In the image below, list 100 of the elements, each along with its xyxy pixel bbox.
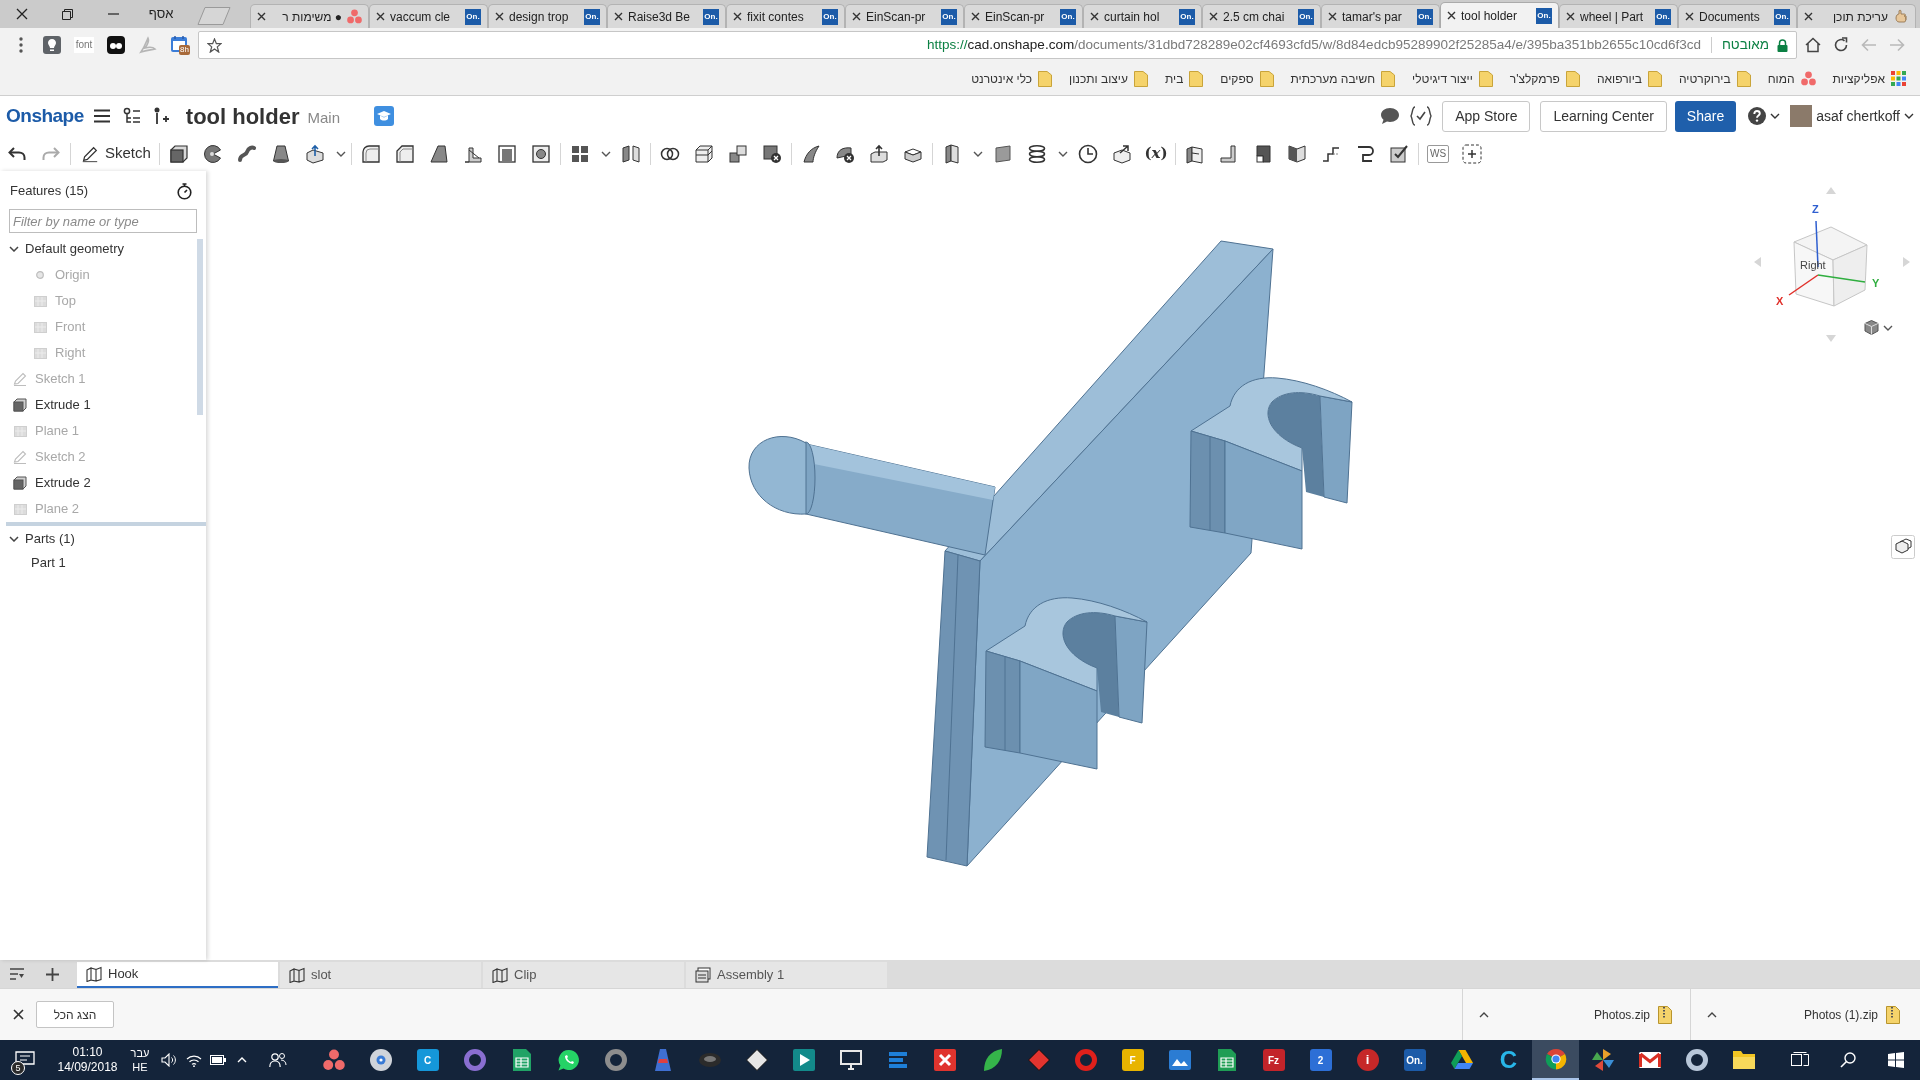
document-tab[interactable]: Hook xyxy=(77,962,278,988)
browser-tab[interactable]: curtain hol On. xyxy=(1083,4,1202,28)
help-icon[interactable] xyxy=(1748,107,1767,125)
close-icon[interactable] xyxy=(1328,12,1337,21)
coil-icon[interactable] xyxy=(1027,143,1047,164)
curved-blade-icon[interactable] xyxy=(801,143,821,164)
document-tab[interactable]: Assembly 1 xyxy=(686,962,887,988)
browser-tab[interactable]: ● משימות ר xyxy=(250,4,369,28)
dot-plus-icon[interactable] xyxy=(152,107,169,125)
close-icon[interactable] xyxy=(1685,12,1694,21)
people-icon[interactable] xyxy=(269,1052,287,1068)
workspace-button[interactable]: WS xyxy=(1426,144,1450,163)
profile-name[interactable]: אסף xyxy=(136,4,186,24)
cube-face-label[interactable]: Right xyxy=(1800,259,1826,272)
close-icon[interactable] xyxy=(257,12,266,21)
taskbar-app-button[interactable]: 2 xyxy=(1297,1040,1344,1080)
braces-check-icon[interactable] xyxy=(1410,106,1433,126)
bookmark-link[interactable]: פרמקלצ'ר xyxy=(1509,69,1580,88)
caret-up-icon[interactable] xyxy=(1707,1011,1717,1018)
box-with-x-icon[interactable] xyxy=(762,143,782,164)
scrollbar-thumb[interactable] xyxy=(197,239,203,415)
header-button[interactable]: App Store xyxy=(1442,100,1531,132)
filter-list-icon[interactable] xyxy=(9,967,25,981)
show-all-button[interactable]: הצג הכל xyxy=(36,1001,114,1028)
clock-icon[interactable] xyxy=(1078,143,1098,164)
bookmark-link[interactable]: בירוקרטיה xyxy=(1679,69,1751,88)
two-cubes-icon[interactable] xyxy=(728,143,748,164)
browser-tab[interactable]: עריכת תוכן xyxy=(1797,4,1916,28)
minimize-icon[interactable] xyxy=(107,13,119,15)
restore-icon[interactable] xyxy=(61,8,73,20)
dashed-plus-icon[interactable] xyxy=(1462,143,1482,164)
bookmark-link[interactable]: ייצור דיגיטלי xyxy=(1412,69,1493,88)
browser-tab[interactable]: Raise3d Be On. xyxy=(607,4,726,28)
close-icon[interactable] xyxy=(971,12,980,21)
caret-icon[interactable] xyxy=(1904,113,1914,119)
caret-up-icon[interactable] xyxy=(1479,1011,1489,1018)
close-icon[interactable] xyxy=(852,12,861,21)
taskbar-app-button[interactable]: Fz xyxy=(1250,1040,1297,1080)
feature-group-item[interactable]: Parts (1) xyxy=(0,526,206,552)
bookmark-link[interactable]: חשיבה מערכתית xyxy=(1290,69,1396,88)
browser-tab[interactable]: EinScan-pr On. xyxy=(845,4,964,28)
two-circles-icon[interactable] xyxy=(107,36,125,54)
browser-tab[interactable]: tamar's par On. xyxy=(1321,4,1440,28)
user-name[interactable]: asaf chertkoff xyxy=(1816,105,1900,127)
variables-button[interactable]: (x) xyxy=(1139,138,1173,169)
speech-bubble-icon[interactable] xyxy=(1380,107,1401,125)
clock-date[interactable]: 14/09/2018 xyxy=(57,1060,118,1075)
document-tab[interactable]: slot xyxy=(280,962,481,988)
close-icon[interactable] xyxy=(1209,12,1218,21)
search-icon[interactable] xyxy=(1840,1052,1856,1068)
home-icon[interactable] xyxy=(1805,37,1821,53)
part-item[interactable]: Part 1 xyxy=(0,552,206,574)
workspace-name[interactable]: Main xyxy=(307,107,340,130)
browser-tab[interactable]: Documents On. xyxy=(1678,4,1797,28)
open-box-icon[interactable] xyxy=(1185,143,1205,164)
close-icon[interactable] xyxy=(614,12,623,21)
battery-icon[interactable] xyxy=(210,1055,226,1065)
close-icon[interactable] xyxy=(495,12,504,21)
reload-icon[interactable] xyxy=(1833,37,1849,53)
bookmark-link[interactable]: בית xyxy=(1165,69,1204,88)
wifi-icon[interactable] xyxy=(186,1053,202,1067)
stacked-boxes-icon[interactable] xyxy=(1891,535,1915,559)
graduation-cap-icon[interactable] xyxy=(374,106,394,126)
menu-icon[interactable] xyxy=(19,37,23,53)
browser-tab[interactable]: wheel | Part On. xyxy=(1559,4,1678,28)
plus-icon[interactable] xyxy=(45,967,59,981)
menu-icon[interactable] xyxy=(93,109,110,123)
filter-field[interactable]: Filter by name or type xyxy=(9,209,197,233)
tray-with-arrow-icon[interactable] xyxy=(869,143,889,164)
calendar-icon[interactable] xyxy=(170,35,188,53)
box-with-arrow-icon[interactable] xyxy=(305,143,325,164)
clock-time[interactable]: 01:10 xyxy=(72,1045,103,1060)
view-cube-drawing[interactable] xyxy=(1788,220,1870,307)
tree-list-icon[interactable] xyxy=(122,107,141,125)
caret-icon[interactable] xyxy=(335,150,346,157)
hook-line-icon[interactable] xyxy=(1355,143,1375,164)
browser-tab[interactable]: fixit contes On. xyxy=(726,4,845,28)
l-bend-icon[interactable] xyxy=(1219,143,1239,164)
close-icon[interactable] xyxy=(1447,11,1456,20)
caret-icon[interactable] xyxy=(972,150,983,157)
taskbar-app-button[interactable]: On. xyxy=(1391,1040,1438,1080)
split-box-icon[interactable] xyxy=(694,143,714,164)
star-icon[interactable] xyxy=(207,37,222,53)
browser-tab[interactable]: vaccum cle On. xyxy=(369,4,488,28)
close-icon[interactable] xyxy=(1566,12,1575,21)
square-with-hole-icon[interactable] xyxy=(531,143,551,164)
task-view-icon[interactable] xyxy=(1791,1052,1809,1068)
font-extension-button[interactable]: font xyxy=(73,37,95,53)
feature-item[interactable]: Extrude 1 xyxy=(0,392,206,418)
open-book-icon[interactable] xyxy=(1287,143,1307,164)
caret-icon[interactable] xyxy=(1057,150,1068,157)
caret-icon[interactable] xyxy=(1770,113,1781,119)
browser-tab[interactable]: EinScan-pr On. xyxy=(964,4,1083,28)
feature-group-item[interactable]: Default geometry xyxy=(0,236,206,262)
caret-icon[interactable] xyxy=(1883,324,1893,331)
bookmark-link[interactable]: עיצוב ותכנון xyxy=(1069,69,1148,88)
input-language[interactable]: עבר xyxy=(130,1046,150,1060)
four-panes-icon[interactable] xyxy=(1888,1052,1904,1068)
s-curve-icon[interactable] xyxy=(237,143,257,164)
bookmark-link[interactable]: ביורפואה xyxy=(1596,69,1662,88)
